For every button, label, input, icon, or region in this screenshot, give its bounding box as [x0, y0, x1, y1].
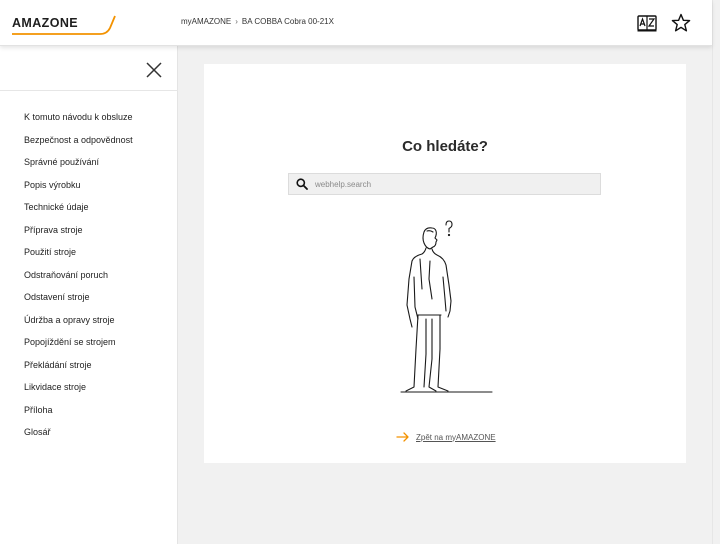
star-icon[interactable]: [670, 12, 692, 34]
header-actions: [636, 12, 692, 34]
close-icon[interactable]: [144, 60, 164, 80]
sidebar-item-about-manual[interactable]: K tomuto návodu k obsluze: [24, 112, 133, 135]
top-bar: AMAZONE myAMAZONE › BA COBBA Cobra 00-21X: [0, 0, 712, 46]
scrollbar[interactable]: [712, 0, 720, 544]
breadcrumb-current[interactable]: BA COBBA Cobra 00-21X: [242, 17, 334, 26]
sidebar-item-safety[interactable]: Bezpečnost a odpovědnost: [24, 135, 133, 158]
glossary-book-icon[interactable]: [636, 12, 658, 34]
page-title: Co hledáte?: [402, 138, 488, 155]
sidebar-item-machine-use[interactable]: Použití stroje: [24, 247, 133, 270]
sidebar-item-troubleshooting[interactable]: Odstraňování poruch: [24, 270, 133, 293]
arrow-right-icon: [396, 432, 409, 442]
amazone-logo[interactable]: AMAZONE: [10, 13, 118, 37]
back-to-myamazone-link[interactable]: Zpět na myAMAZONE: [396, 432, 496, 442]
sidebar-item-appendix[interactable]: Příloha: [24, 405, 133, 428]
search-card: Co hledáte? webhelp.search Zpět na myAMA…: [204, 64, 686, 463]
sidebar-item-driving[interactable]: Popojíždění se strojem: [24, 337, 133, 360]
breadcrumb: myAMAZONE › BA COBBA Cobra 00-21X: [181, 17, 334, 26]
sidebar-item-product-description[interactable]: Popis výrobku: [24, 180, 133, 203]
sidebar: K tomuto návodu k obsluze Bezpečnost a o…: [0, 46, 178, 544]
breadcrumb-home-link[interactable]: myAMAZONE: [181, 17, 231, 26]
search-box[interactable]: [288, 173, 601, 195]
back-link-label: Zpět na myAMAZONE: [416, 432, 496, 442]
sidebar-item-loading[interactable]: Překládání stroje: [24, 360, 133, 383]
sidebar-item-machine-preparation[interactable]: Příprava stroje: [24, 225, 133, 248]
sidebar-item-technical-data[interactable]: Technické údaje: [24, 202, 133, 225]
sidebar-item-glossary[interactable]: Glosář: [24, 427, 133, 450]
thinking-man-illustration: [400, 220, 493, 393]
search-icon[interactable]: [289, 174, 315, 194]
breadcrumb-separator: ›: [235, 17, 238, 26]
sidebar-item-disposal[interactable]: Likvidace stroje: [24, 382, 133, 405]
sidebar-item-intended-use[interactable]: Správné používání: [24, 157, 133, 180]
sidebar-divider: [0, 90, 178, 91]
sidebar-menu: K tomuto návodu k obsluze Bezpečnost a o…: [24, 112, 133, 450]
logo-swoosh: [12, 15, 116, 35]
search-input[interactable]: [315, 175, 600, 193]
sidebar-item-maintenance[interactable]: Údržba a opravy stroje: [24, 315, 133, 338]
sidebar-item-machine-shutdown[interactable]: Odstavení stroje: [24, 292, 133, 315]
